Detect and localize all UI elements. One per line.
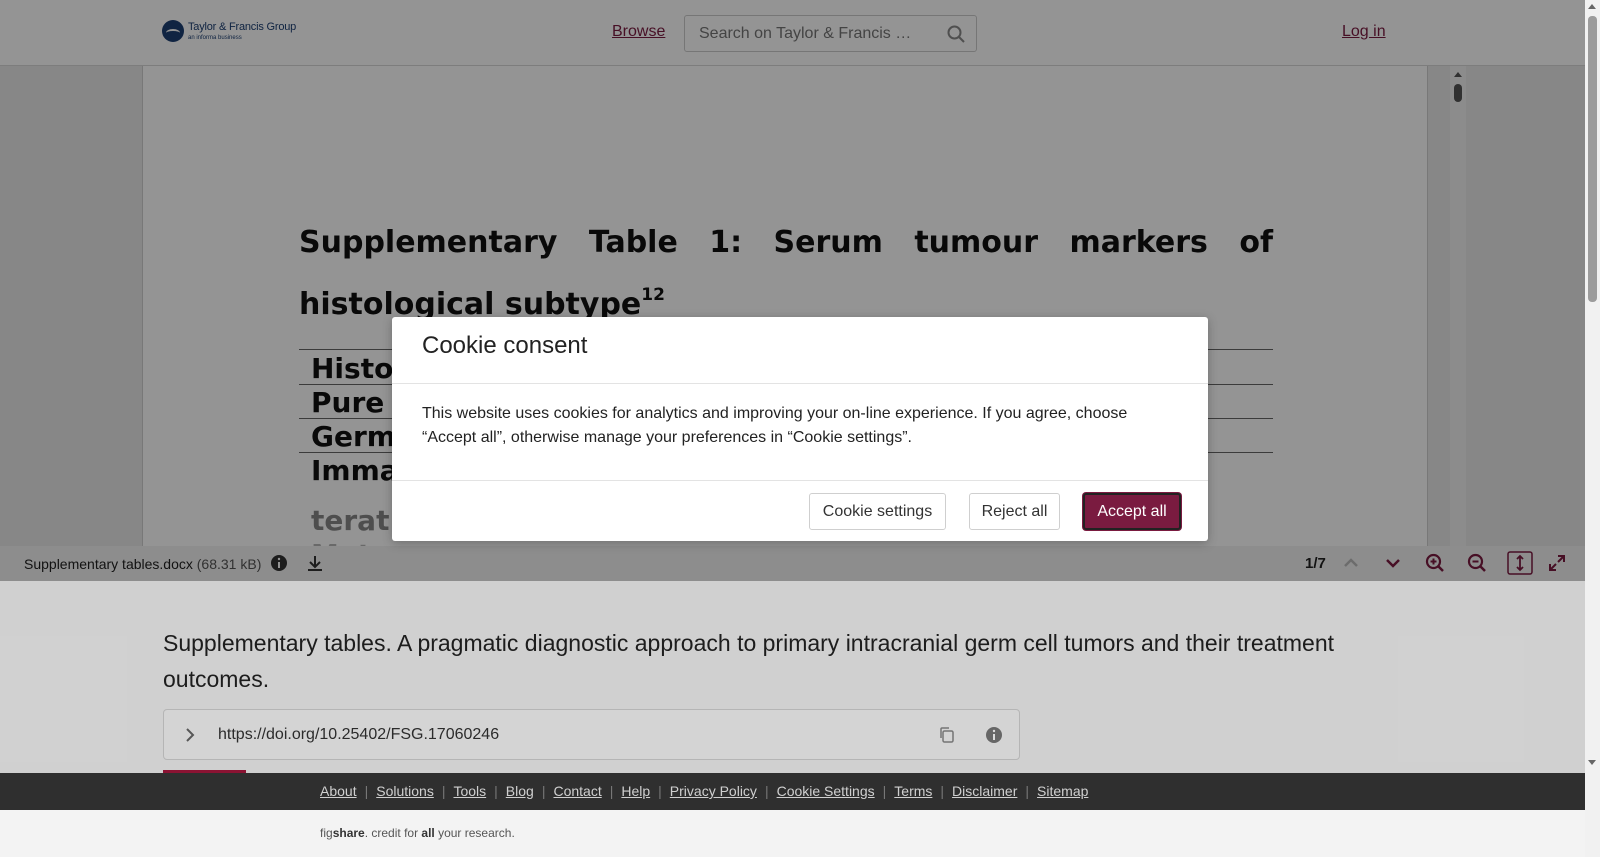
dialog-title: Cookie consent: [422, 332, 588, 359]
modal-backdrop: [0, 581, 1600, 773]
page-scrollbar[interactable]: [1585, 0, 1600, 857]
footer-links: About | Solutions | Tools | Blog | Contact | …: [320, 783, 1089, 799]
scroll-up-icon[interactable]: [1588, 4, 1596, 9]
footer-link-privacy-policy[interactable]: Privacy Policy: [670, 783, 757, 799]
footer-link-cookie-settings[interactable]: Cookie Settings: [777, 783, 875, 799]
cookie-consent-dialog: Cookie consent This website uses cookies…: [392, 317, 1208, 541]
footer-link-solutions[interactable]: Solutions: [376, 783, 434, 799]
accept-all-button[interactable]: Accept all: [1083, 493, 1181, 530]
dialog-body: This website uses cookies for analytics …: [422, 405, 1128, 446]
footer-link-terms[interactable]: Terms: [894, 783, 932, 799]
figshare-credit: figshare. credit for all your research.: [320, 826, 515, 840]
footer-link-disclaimer[interactable]: Disclaimer: [952, 783, 1017, 799]
footer-link-blog[interactable]: Blog: [506, 783, 534, 799]
scroll-down-icon[interactable]: [1588, 760, 1596, 765]
site-footer: About | Solutions | Tools | Blog | Contact | …: [0, 773, 1600, 810]
reject-all-button[interactable]: Reject all: [969, 493, 1060, 530]
footer-link-tools[interactable]: Tools: [453, 783, 486, 799]
footer-link-help[interactable]: Help: [621, 783, 650, 799]
footer-link-about[interactable]: About: [320, 783, 357, 799]
cookie-settings-button[interactable]: Cookie settings: [809, 493, 946, 530]
modal-backdrop: [0, 0, 1600, 66]
scrollbar-thumb[interactable]: [1588, 16, 1597, 302]
footer-link-contact[interactable]: Contact: [553, 783, 601, 799]
divider: [392, 383, 1208, 384]
footer-link-sitemap[interactable]: Sitemap: [1037, 783, 1088, 799]
divider: [392, 480, 1208, 481]
